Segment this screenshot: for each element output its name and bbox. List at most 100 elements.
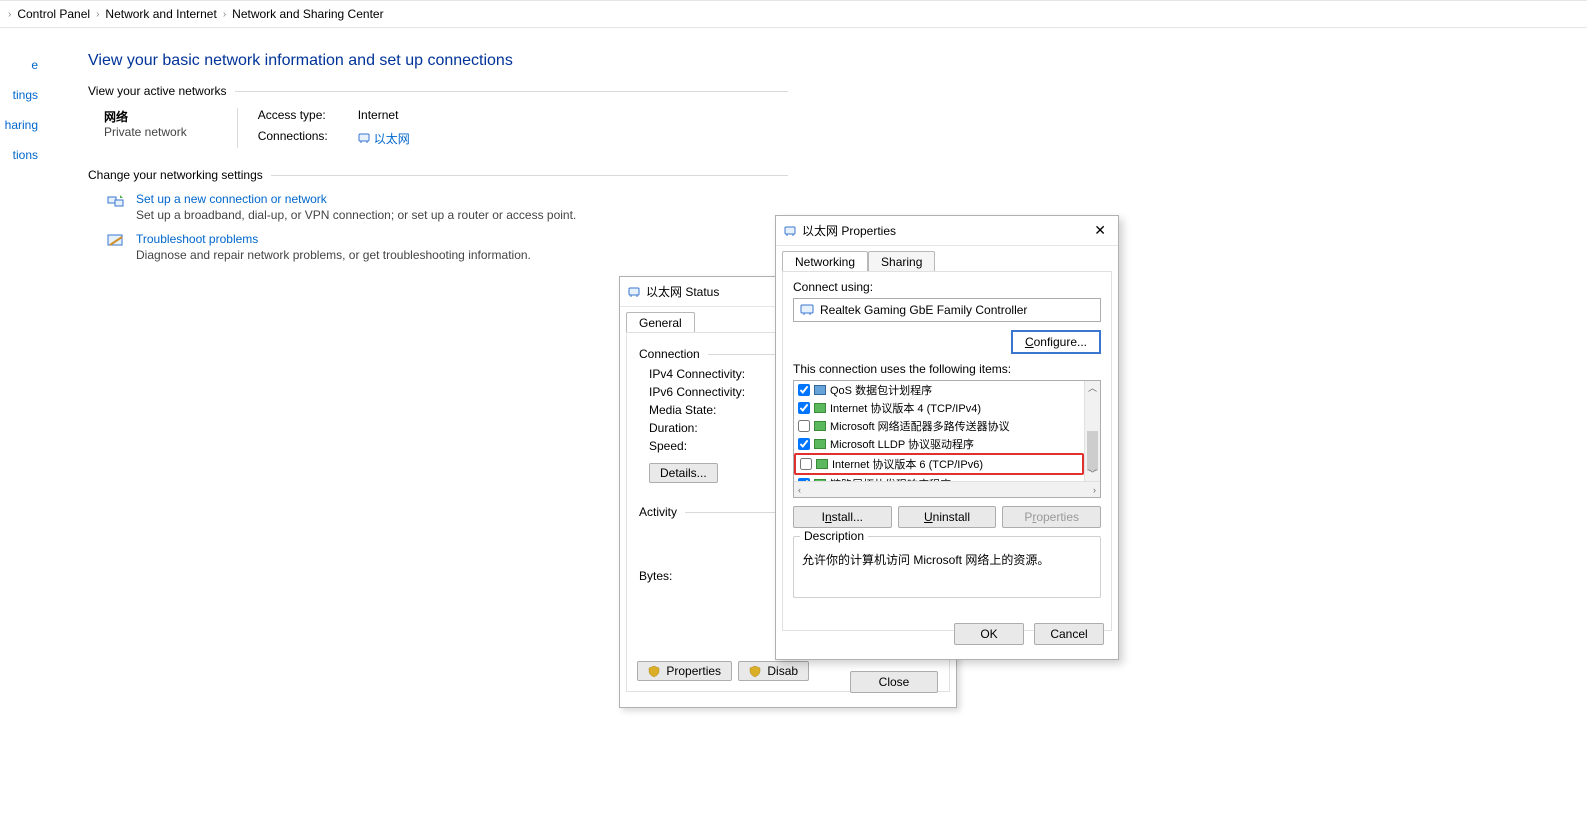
protocol-item[interactable]: Microsoft 网络适配器多路传送器协议 (794, 417, 1084, 435)
connections-label: Connections: (258, 129, 348, 149)
setup-connection-icon (106, 192, 126, 210)
protocol-checkbox[interactable] (800, 458, 812, 470)
configure-button[interactable]: Configure... (1011, 330, 1101, 354)
install-button[interactable]: Install... (793, 506, 892, 528)
sidebar-partial: e tings haring tions (0, 46, 40, 162)
install-uninstall-row: Install... Uninstall Properties (793, 506, 1101, 528)
dialog-titlebar[interactable]: 以太网 Properties ✕ (776, 216, 1118, 246)
protocol-item[interactable]: Microsoft LLDP 协议驱动程序 (794, 435, 1084, 453)
section-active-networks: View your active networks (88, 84, 788, 98)
access-type-label: Access type: (258, 108, 348, 125)
protocol-label: Internet 协议版本 4 (TCP/IPv4) (830, 400, 981, 416)
chevron-right-icon: › (223, 9, 226, 20)
scroll-left-icon[interactable]: ‹ (796, 485, 803, 495)
page-title: View your basic network information and … (88, 52, 788, 70)
option-desc: Diagnose and repair network problems, or… (136, 248, 531, 262)
tab-sharing[interactable]: Sharing (868, 251, 935, 272)
breadcrumb[interactable]: › Control Panel › Network and Internet ›… (0, 0, 1587, 28)
cancel-button[interactable]: Cancel (1034, 623, 1104, 645)
protocol-label: Microsoft 网络适配器多路传送器协议 (830, 418, 1010, 434)
label-media-state: Media State: (649, 403, 779, 417)
description-group: Description 允许你的计算机访问 Microsoft 网络上的资源。 (793, 536, 1101, 598)
shield-icon (648, 665, 660, 677)
scroll-right-icon[interactable]: › (1091, 485, 1098, 495)
sidebar-item[interactable]: tings (0, 88, 40, 102)
ethernet-properties-dialog: 以太网 Properties ✕ Networking Sharing Conn… (775, 215, 1119, 660)
protocol-icon (814, 385, 826, 395)
nic-icon (628, 287, 640, 297)
protocol-item[interactable]: QoS 数据包计划程序 (794, 381, 1084, 399)
protocol-item[interactable]: Internet 协议版本 4 (TCP/IPv4) (794, 399, 1084, 417)
tab-general[interactable]: General (626, 312, 695, 333)
nic-icon (358, 133, 370, 143)
dialog-title: 以太网 Status (646, 283, 719, 300)
protocol-checkbox[interactable] (798, 438, 810, 450)
details-button[interactable]: Details... (649, 463, 718, 483)
adapter-field[interactable]: Realtek Gaming GbE Family Controller (793, 298, 1101, 322)
scroll-up-icon[interactable]: ︿ (1085, 381, 1100, 395)
connection-link-ethernet[interactable]: 以太网 (358, 129, 410, 149)
ok-button[interactable]: OK (954, 623, 1024, 645)
label-speed: Speed: (649, 439, 779, 453)
scrollbar-horizontal[interactable]: ‹ › (794, 481, 1100, 497)
protocol-label: Microsoft LLDP 协议驱动程序 (830, 436, 974, 452)
vertical-divider (237, 108, 238, 148)
access-type-value: Internet (358, 108, 410, 125)
section-change-settings: Change your networking settings (88, 168, 788, 182)
properties-button[interactable]: Properties (637, 661, 732, 681)
chevron-right-icon: › (96, 9, 99, 20)
items-listbox[interactable]: QoS 数据包计划程序 Internet 协议版本 4 (TCP/IPv4) Mic… (793, 380, 1101, 498)
description-text: 允许你的计算机访问 Microsoft 网络上的资源。 (802, 551, 1092, 568)
sidebar-item[interactable]: e (0, 58, 40, 72)
troubleshoot-icon (106, 232, 126, 250)
sidebar-item[interactable]: tions (0, 148, 40, 162)
chevron-right-icon: › (8, 9, 11, 20)
label-ipv6: IPv6 Connectivity: (649, 385, 779, 399)
network-type: Private network (104, 125, 187, 139)
adapter-icon (800, 304, 814, 316)
protocol-checkbox[interactable] (798, 420, 810, 432)
item-properties-button: Properties (1002, 506, 1101, 528)
group-activity: Activity (639, 505, 677, 519)
items-label: This connection uses the following items… (793, 362, 1101, 376)
section-label: Change your networking settings (88, 168, 263, 182)
dialog-title: 以太网 Properties (802, 222, 896, 239)
label-ipv4: IPv4 Connectivity: (649, 367, 779, 381)
option-desc: Set up a broadband, dial-up, or VPN conn… (136, 208, 576, 222)
breadcrumb-item[interactable]: Network and Internet (105, 7, 216, 21)
close-icon[interactable]: ✕ (1090, 222, 1110, 239)
protocol-item[interactable]: Internet 协议版本 6 (TCP/IPv6) (794, 453, 1084, 475)
sidebar-item[interactable]: haring (0, 118, 40, 132)
network-name: 网络 (104, 108, 187, 125)
protocol-checkbox[interactable] (798, 402, 810, 414)
dialog-button-row: OK Cancel (954, 623, 1104, 645)
section-label: View your active networks (88, 84, 227, 98)
label-bytes: Bytes: (639, 569, 672, 583)
tab-networking[interactable]: Networking (782, 251, 868, 272)
disable-button[interactable]: Disab (738, 661, 809, 681)
breadcrumb-item[interactable]: Network and Sharing Center (232, 7, 383, 21)
scroll-thumb[interactable] (1087, 431, 1098, 471)
option-setup-connection: Set up a new connection or network Set u… (106, 192, 788, 222)
active-network-block: 网络 Private network Access type: Internet… (104, 108, 788, 148)
divider (271, 175, 788, 176)
protocol-checkbox[interactable] (798, 384, 810, 396)
link-troubleshoot[interactable]: Troubleshoot problems (136, 232, 531, 246)
group-connection: Connection (639, 347, 700, 361)
scroll-down-icon[interactable]: ﹀ (1085, 467, 1100, 481)
close-button[interactable]: Close (850, 671, 938, 693)
uninstall-button[interactable]: Uninstall (898, 506, 997, 528)
link-setup-connection[interactable]: Set up a new connection or network (136, 192, 576, 206)
status-button-row: Properties Disab (637, 661, 809, 681)
scrollbar-vertical[interactable]: ︿ ﹀ (1084, 381, 1100, 481)
button-label: Properties (666, 664, 721, 678)
protocol-label: Internet 协议版本 6 (TCP/IPv6) (832, 456, 983, 472)
protocol-icon (814, 403, 826, 413)
tabstrip: Networking Sharing (782, 250, 1112, 271)
protocol-icon (816, 459, 828, 469)
adapter-name: Realtek Gaming GbE Family Controller (820, 303, 1027, 317)
description-legend: Description (800, 529, 868, 543)
protocol-label: QoS 数据包计划程序 (830, 382, 932, 398)
breadcrumb-item[interactable]: Control Panel (17, 7, 90, 21)
shield-icon (749, 665, 761, 677)
